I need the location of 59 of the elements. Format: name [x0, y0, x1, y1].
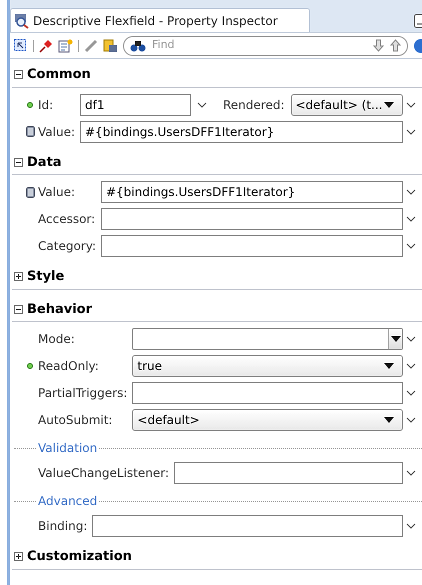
- expand-icon[interactable]: [14, 552, 23, 562]
- pushpin-icon[interactable]: [39, 38, 53, 52]
- input-field[interactable]: #{bindings.UsersDFF1Iterator}: [80, 120, 403, 142]
- property-label: ReadOnly:: [38, 358, 100, 375]
- chevron-icon[interactable]: [406, 189, 416, 195]
- edit-document-icon[interactable]: [58, 38, 73, 52]
- dropdown-arrow-icon: [390, 336, 400, 342]
- collapse-icon[interactable]: [14, 158, 23, 167]
- property-label: Value:: [38, 184, 76, 201]
- dropdown-field[interactable]: true: [132, 355, 403, 377]
- section-header[interactable]: Customization: [27, 547, 132, 566]
- chevron-icon[interactable]: [406, 390, 416, 396]
- chevron-icon[interactable]: [197, 102, 207, 108]
- input-field[interactable]: #{bindings.UsersDFF1Iterator}: [100, 181, 403, 203]
- property-label: Id:: [38, 96, 54, 114]
- property-label: AutoSubmit:: [38, 412, 114, 429]
- chevron-icon[interactable]: [406, 216, 416, 222]
- section-header[interactable]: Data: [27, 152, 62, 172]
- property-label: ValueChangeListener:: [38, 465, 170, 482]
- section-header[interactable]: Common: [27, 65, 91, 84]
- chevron-icon[interactable]: [406, 523, 416, 529]
- dropdown-field[interactable]: <default>: [132, 409, 403, 431]
- chevron-icon[interactable]: [406, 102, 416, 108]
- search-input[interactable]: Find: [152, 37, 367, 54]
- chevron-icon[interactable]: [406, 336, 416, 342]
- window-tab[interactable]: Descriptive Flexfield - Property Inspector: [10, 8, 310, 32]
- section-header[interactable]: Behavior: [27, 300, 92, 319]
- select-icon[interactable]: [14, 38, 28, 52]
- subsection-label: Validation: [38, 440, 98, 457]
- property-label: Rendered:: [223, 96, 284, 114]
- section-header[interactable]: Style: [27, 267, 64, 286]
- property-label: Accessor:: [38, 211, 96, 228]
- dropdown-arrow-icon: [384, 363, 394, 369]
- collapse-icon[interactable]: [14, 304, 23, 314]
- subsection-label: Advanced: [38, 493, 98, 510]
- chevron-icon[interactable]: [406, 363, 416, 369]
- minimize-icon[interactable]: [414, 14, 422, 28]
- property-label: Category:: [38, 238, 97, 255]
- arrow-up-icon[interactable]: [390, 39, 401, 52]
- dropdown-arrow-icon: [384, 417, 394, 423]
- chevron-icon[interactable]: [406, 470, 416, 476]
- chevron-icon[interactable]: [406, 243, 416, 249]
- property-label: PartialTriggers:: [38, 385, 128, 402]
- property-label: Binding:: [38, 518, 88, 535]
- chevron-icon[interactable]: [406, 128, 416, 134]
- property-label: Value:: [38, 124, 76, 140]
- input-field[interactable]: df1: [80, 94, 191, 116]
- binoculars-icon: [130, 40, 146, 52]
- inspector-icon: [14, 12, 30, 28]
- dropdown-field[interactable]: <default> (t...: [290, 94, 403, 116]
- chevron-icon[interactable]: [406, 417, 416, 423]
- arrow-down-icon[interactable]: [373, 39, 384, 52]
- window-title: Descriptive Flexfield - Property Inspector: [33, 12, 278, 30]
- pencil-icon[interactable]: [84, 38, 98, 52]
- expand-icon[interactable]: [14, 272, 23, 282]
- collapse-icon[interactable]: [14, 70, 23, 80]
- property-label: Mode:: [38, 331, 76, 348]
- search-field[interactable]: Find: [123, 36, 408, 56]
- dropdown-arrow-icon: [384, 102, 394, 108]
